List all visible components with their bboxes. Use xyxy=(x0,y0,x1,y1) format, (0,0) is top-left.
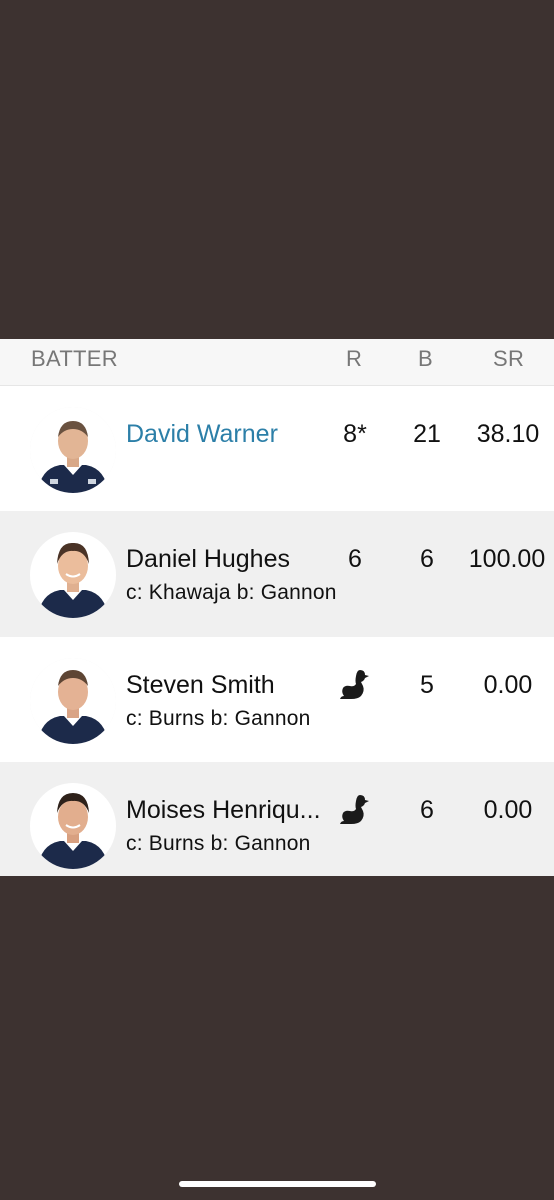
balls-cell: 5 xyxy=(420,671,434,699)
strike-rate-cell: 38.10 xyxy=(476,420,540,448)
batter-name-link[interactable]: David Warner xyxy=(126,420,278,449)
player-avatar xyxy=(30,407,116,493)
table-header: BATTER R B SR xyxy=(0,339,554,386)
header-runs: R xyxy=(346,346,363,371)
table-row[interactable]: Daniel Hughes c: Khawaja b: Gannon 6 6 1… xyxy=(0,511,554,637)
home-indicator[interactable] xyxy=(179,1181,376,1187)
table-row[interactable]: Steven Smith c: Burns b: Gannon 5 0.00 xyxy=(0,637,554,762)
header-balls: B xyxy=(418,346,433,371)
strike-rate-cell: 100.00 xyxy=(468,545,546,573)
player-avatar xyxy=(30,532,116,618)
player-photo xyxy=(30,783,116,869)
balls-cell: 21 xyxy=(413,420,441,448)
batter-name[interactable]: Steven Smith xyxy=(126,671,275,700)
batter-name[interactable]: Daniel Hughes xyxy=(126,545,290,574)
batting-scorecard: BATTER R B SR David Warner 8* 21 38.10 D… xyxy=(0,339,554,876)
batter-name[interactable]: Moises Henriqu... xyxy=(126,796,321,825)
player-avatar xyxy=(30,658,116,744)
runs-cell: 8* xyxy=(343,420,367,448)
table-row[interactable]: David Warner 8* 21 38.10 xyxy=(0,386,554,511)
duck-icon xyxy=(340,795,369,824)
dismissal-text: c: Burns b: Gannon xyxy=(126,707,311,730)
player-photo xyxy=(30,532,116,618)
player-photo xyxy=(30,407,116,493)
balls-cell: 6 xyxy=(420,796,434,824)
header-batter: BATTER xyxy=(31,346,118,371)
dismissal-text: c: Burns b: Gannon xyxy=(126,832,311,855)
player-photo xyxy=(30,658,116,744)
balls-cell: 6 xyxy=(420,545,434,573)
strike-rate-cell: 0.00 xyxy=(483,796,533,824)
runs-cell: 6 xyxy=(348,545,362,573)
dismissal-text: c: Khawaja b: Gannon xyxy=(126,581,337,604)
table-row[interactable]: Moises Henriqu... c: Burns b: Gannon 6 0… xyxy=(0,762,554,876)
header-strike-rate: SR xyxy=(493,346,525,371)
strike-rate-cell: 0.00 xyxy=(483,671,533,699)
duck-icon xyxy=(340,670,369,699)
player-avatar xyxy=(30,783,116,869)
